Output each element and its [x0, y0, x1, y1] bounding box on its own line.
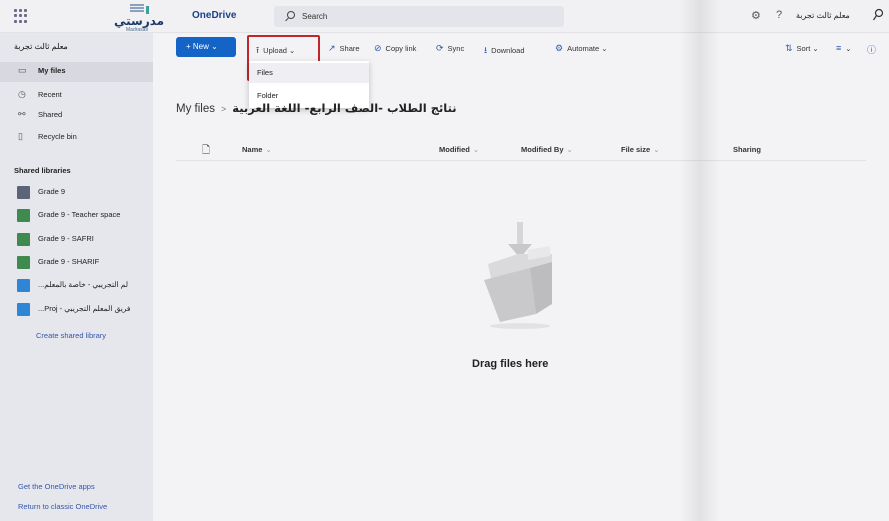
library-item[interactable]: Grade 9 - Teacher space: [0, 206, 153, 226]
top-bar: مدرستي Madrasati OneDrive Search ⚙ ? معل…: [0, 0, 889, 33]
file-list-header: 🗋 Name ⌄ Modified ⌄ Modified By ⌄ File size…: [176, 135, 866, 161]
file-type-icon[interactable]: 🗋: [202, 143, 210, 160]
sort-icon: ⇅: [785, 43, 793, 53]
library-item[interactable]: Grade 9 - SHARIF: [0, 253, 153, 273]
sidebar-item-recent[interactable]: ◷ Recent: [0, 86, 153, 106]
library-label: Grade 9 - Teacher space: [38, 210, 121, 219]
sidebar-item-label: Recycle bin: [38, 132, 77, 141]
clock-icon: ◷: [18, 89, 26, 99]
library-label: Grade 9: [38, 187, 66, 196]
search-icon: [287, 11, 295, 19]
column-header-modified[interactable]: Modified ⌄: [439, 145, 479, 154]
new-button-label: + New ⌄: [186, 42, 218, 51]
empty-state-text: Drag files here: [472, 358, 549, 370]
new-button[interactable]: + New ⌄: [176, 37, 236, 57]
user-name[interactable]: معلم ثالث تجربة: [796, 11, 850, 20]
sidebar-item-label: Recent: [38, 90, 62, 99]
sidebar-item-shared[interactable]: ⚯ Shared: [0, 106, 153, 126]
menu-item-label: Files: [257, 68, 273, 77]
sidebar-owner: معلم ثالث تجربة: [14, 42, 68, 51]
sidebar-item-label: Shared: [38, 110, 63, 119]
sidebar-item-label: My files: [38, 66, 66, 75]
search-placeholder: Search: [302, 12, 328, 21]
details-pane-button[interactable]: ⓘ: [867, 43, 880, 56]
library-icon: [17, 209, 30, 222]
automate-button[interactable]: ⚙ Automate ⌄: [555, 43, 608, 54]
shared-libraries-header: Shared libraries: [14, 166, 71, 175]
column-header-name[interactable]: Name ⌄: [242, 145, 272, 154]
library-icon: [17, 279, 30, 292]
sidebar-item-recycle-bin[interactable]: ▯ Recycle bin: [0, 128, 153, 148]
person-icon[interactable]: [872, 8, 884, 22]
sidebar-item-my-files[interactable]: ▭ My files: [0, 62, 153, 82]
download-button[interactable]: ⭳ Download: [484, 43, 525, 59]
column-header-modified-by[interactable]: Modified By ⌄: [521, 145, 573, 154]
share-icon: ⚯: [18, 109, 26, 119]
library-label: Grade 9 - SHARIF: [38, 257, 100, 266]
library-item[interactable]: ...Proj - فريق المعلم التجريبي: [0, 300, 153, 320]
library-item[interactable]: Grade 9: [0, 183, 153, 203]
library-icon: [17, 233, 30, 246]
breadcrumb: My files > نتائج الطلاب -الصف الرابع- اللغ…: [176, 101, 457, 115]
chevron-right-icon: >: [220, 104, 227, 114]
automate-icon: ⚙: [555, 43, 564, 53]
view-options-button[interactable]: ≡ ⌄: [836, 43, 852, 53]
logo-text: مدرستي: [114, 14, 165, 28]
madrasati-logo[interactable]: مدرستي Madrasati: [112, 2, 165, 33]
copy-link-button[interactable]: ⊘ Copy link: [374, 43, 416, 54]
library-icon: [17, 186, 30, 199]
breadcrumb-current: نتائج الطلاب -الصف الرابع- اللغة العربية: [232, 101, 457, 115]
folder-icon: ▭: [18, 65, 27, 75]
sort-button[interactable]: ⇅ Sort ⌄: [785, 43, 819, 54]
library-label: Grade 9 - SAFRI: [38, 234, 94, 243]
library-label: ...Proj - فريق المعلم التجريبي: [38, 304, 131, 313]
info-icon: ⓘ: [867, 45, 877, 55]
search-box[interactable]: Search: [274, 6, 564, 27]
classic-onedrive-link[interactable]: Return to classic OneDrive: [18, 502, 107, 511]
sync-button[interactable]: ⟳ Sync: [436, 43, 464, 54]
waffle-icon[interactable]: [14, 9, 28, 23]
create-shared-library-link[interactable]: Create shared library: [36, 331, 106, 340]
column-header-file-size[interactable]: File size ⌄: [621, 145, 659, 154]
breadcrumb-root[interactable]: My files: [176, 103, 215, 115]
trash-icon: ▯: [18, 131, 23, 141]
empty-folder-illustration: [484, 222, 552, 329]
download-icon: ⭳: [484, 45, 488, 55]
scan-shadow: [680, 0, 720, 521]
get-apps-link[interactable]: Get the OneDrive apps: [18, 482, 95, 491]
library-item[interactable]: Grade 9 - SAFRI: [0, 230, 153, 250]
column-header-sharing[interactable]: Sharing: [733, 145, 761, 154]
link-icon: ⊘: [374, 43, 382, 53]
help-icon[interactable]: ?: [776, 9, 782, 21]
library-item[interactable]: ...لم التجريبي - خاصة بالمعلم: [0, 276, 153, 296]
share-icon: ↗: [328, 43, 336, 53]
share-button[interactable]: ↗ Share: [328, 43, 360, 54]
sync-icon: ⟳: [436, 43, 444, 53]
library-label: ...لم التجريبي - خاصة بالمعلم: [38, 280, 128, 289]
library-icon: [17, 256, 30, 269]
library-icon: [17, 303, 30, 316]
sidebar: معلم ثالث تجربة ▭ My files ◷ Recent ⚯ Sh…: [0, 33, 153, 521]
view-list-icon: ≡: [836, 43, 842, 53]
app-name[interactable]: OneDrive: [192, 10, 236, 21]
upload-files-option[interactable]: Files: [249, 63, 369, 83]
settings-icon[interactable]: ⚙: [751, 9, 761, 22]
menu-item-label: Folder: [257, 91, 279, 100]
